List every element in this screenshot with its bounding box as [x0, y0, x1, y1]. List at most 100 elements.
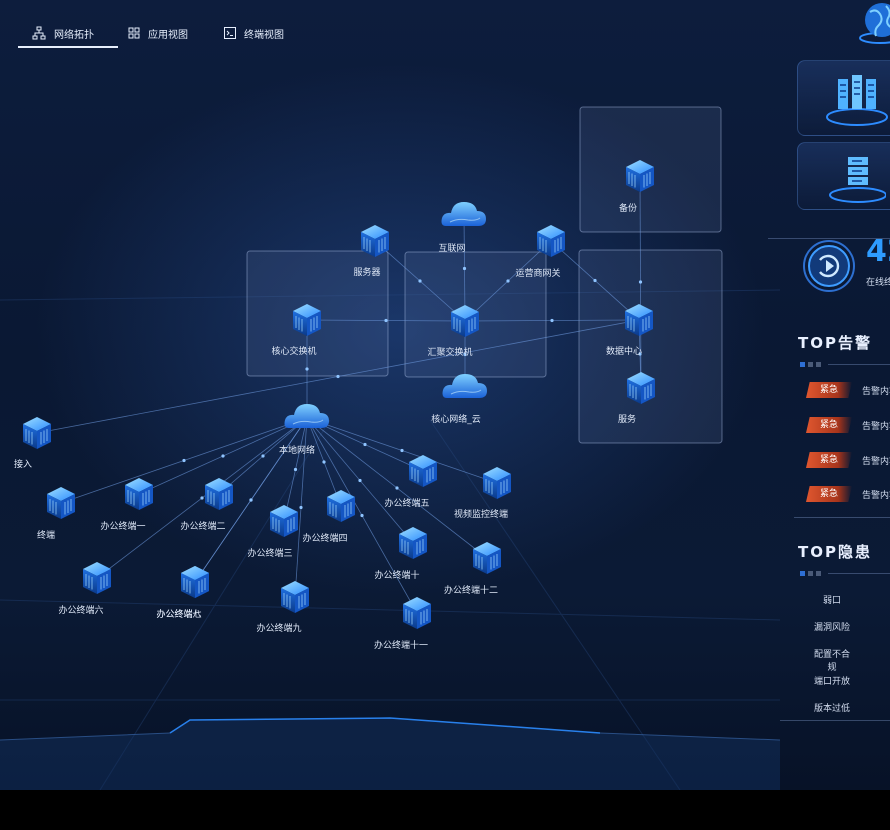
alarm-text: 告警内容_S	[862, 421, 890, 432]
network-topology-diagram: 服务器 互联网运营商网关 备份核心交换机 汇聚交换机 数据中心服务接入 核心网络_云本地网…	[0, 106, 780, 790]
edge-traffic-dot	[182, 458, 186, 463]
hazard-item[interactable]: 漏洞风险	[810, 620, 854, 633]
bottom-black-strip	[0, 790, 890, 830]
node-label: 办公终端六	[58, 604, 103, 616]
refresh-dial-icon[interactable]	[802, 238, 858, 294]
server-node[interactable]: 办公终端三	[247, 504, 299, 559]
server-node[interactable]: 办公终端十	[374, 526, 428, 581]
bottom-platform	[0, 717, 780, 790]
edge-traffic-dot	[418, 279, 422, 283]
node-label: 办公终端二	[180, 520, 225, 532]
server-node[interactable]: 办公终端六	[58, 561, 112, 616]
server-node[interactable]: 办公终端一	[100, 477, 154, 532]
server-cube-icon	[180, 565, 210, 599]
server-node[interactable]: 办公终端十一	[374, 596, 432, 651]
server-node[interactable]: 办公终端四	[302, 489, 356, 544]
hazard-item[interactable]: 端口开放	[810, 674, 854, 687]
top-hazard-title: TOP隐患	[798, 543, 872, 561]
storage-stat-card	[797, 142, 890, 210]
cloud-node[interactable]: 核心网络_云	[431, 373, 488, 425]
edge-traffic-dot	[384, 318, 388, 323]
edge-traffic-dot	[363, 442, 367, 447]
cloud-node[interactable]: 互联网	[438, 201, 487, 254]
node-label: 办公终端十	[374, 569, 419, 581]
section-dots	[800, 571, 821, 576]
server-cube-icon	[124, 477, 154, 511]
top-alarm-title: TOP告警	[798, 334, 872, 352]
globe-icon	[858, 0, 890, 46]
server-stat-card	[797, 60, 890, 136]
edge-traffic-dot	[550, 318, 554, 323]
cloud-icon	[441, 201, 487, 227]
node-label: 运营商网关	[515, 267, 560, 279]
alarm-level-badge: 紧急	[806, 382, 852, 398]
edge-traffic-dot	[322, 460, 326, 464]
server-cube-icon	[408, 454, 438, 488]
server-cube-icon	[402, 596, 432, 630]
edge-traffic-dot	[299, 505, 303, 510]
server-node[interactable]: 办公终端二	[180, 477, 234, 532]
server-rack-icon	[826, 75, 888, 126]
node-label: 数据中心	[606, 345, 642, 357]
server-node[interactable]: 办公终端十二	[444, 541, 502, 596]
edge-traffic-dot	[221, 454, 225, 458]
node-label: 汇聚交换机	[427, 346, 472, 358]
node-label: 办公终端十一	[374, 639, 428, 651]
topology-dashboard: 网络拓扑 应用视图 终端视图 服务器 互联网 运营商网关 备份 核心交换机 汇聚…	[0, 0, 890, 790]
alarm-item[interactable]: 紧急 告警内容_S	[806, 451, 890, 469]
alarm-item[interactable]: 紧急 告警内容_C	[806, 485, 890, 503]
cloud-icon	[442, 373, 488, 399]
node-label: 核心交换机	[271, 345, 316, 357]
server-cube-icon	[46, 486, 76, 520]
edge-traffic-dot	[261, 454, 265, 458]
node-label: 服务器	[353, 266, 380, 278]
database-icon	[829, 157, 886, 203]
edge-traffic-dot	[305, 367, 309, 371]
node-label: 服务	[618, 413, 636, 425]
panel-divider	[794, 517, 890, 518]
alarm-item[interactable]: 紧急 告警内容_S	[806, 416, 890, 434]
alarm-level-badge: 紧急	[806, 486, 852, 502]
node-label: 终端	[37, 529, 55, 541]
node-label: 视频监控终端	[454, 508, 508, 520]
server-node[interactable]: 视频监控终端	[454, 466, 512, 520]
edge-traffic-dot	[506, 279, 510, 283]
alarm-text: 告警内容_S	[862, 456, 890, 467]
server-node[interactable]: 接入	[14, 416, 52, 470]
edge-traffic-dot	[360, 513, 364, 518]
alarm-text: 告警内容_C	[862, 490, 890, 501]
node-label: 办公终端九	[256, 622, 301, 634]
alarm-level-badge: 紧急	[806, 417, 852, 433]
edge-traffic-dot	[293, 467, 298, 472]
server-node[interactable]: 终端	[37, 486, 76, 541]
node-label: 互联网	[438, 243, 465, 254]
server-node[interactable]: 办公终端五	[384, 454, 438, 509]
edge-traffic-dot	[638, 280, 643, 284]
alarm-text: 告警内容_S	[862, 386, 890, 397]
stat-label: 在线终端	[866, 278, 890, 288]
node-label: 办公终端四	[302, 532, 347, 544]
edge-traffic-dot	[593, 278, 597, 283]
server-cube-icon	[82, 561, 112, 595]
hazard-item[interactable]: 弱口	[810, 593, 854, 606]
edge-traffic-dot	[249, 498, 253, 502]
hazard-item[interactable]: 版本过低	[810, 701, 854, 714]
server-node[interactable]: 办公终端八	[156, 565, 210, 620]
server-cube-icon	[472, 541, 502, 575]
topology-nodes: 服务器 互联网运营商网关 备份核心交换机 汇聚交换机 数据中心服务接入 核心网络_云本地网…	[14, 159, 656, 651]
group-box-right	[578, 249, 723, 444]
server-cube-icon	[204, 477, 234, 511]
node-label: 接入	[14, 458, 32, 470]
section-rule	[828, 364, 890, 365]
panel-divider	[780, 720, 890, 721]
edge-traffic-dot	[462, 266, 467, 271]
node-label: 办公终端八	[156, 608, 201, 620]
node-label: 办公终端一	[100, 520, 145, 532]
alarm-item[interactable]: 紧急 告警内容_S	[806, 381, 890, 399]
stat-value: 42	[866, 234, 890, 269]
edge-traffic-dot	[336, 374, 340, 379]
server-cube-icon	[326, 489, 356, 523]
edge-traffic-dot	[200, 496, 204, 500]
node-label: 办公终端三	[247, 547, 292, 559]
hazard-item[interactable]: 配置不合规	[810, 647, 854, 673]
